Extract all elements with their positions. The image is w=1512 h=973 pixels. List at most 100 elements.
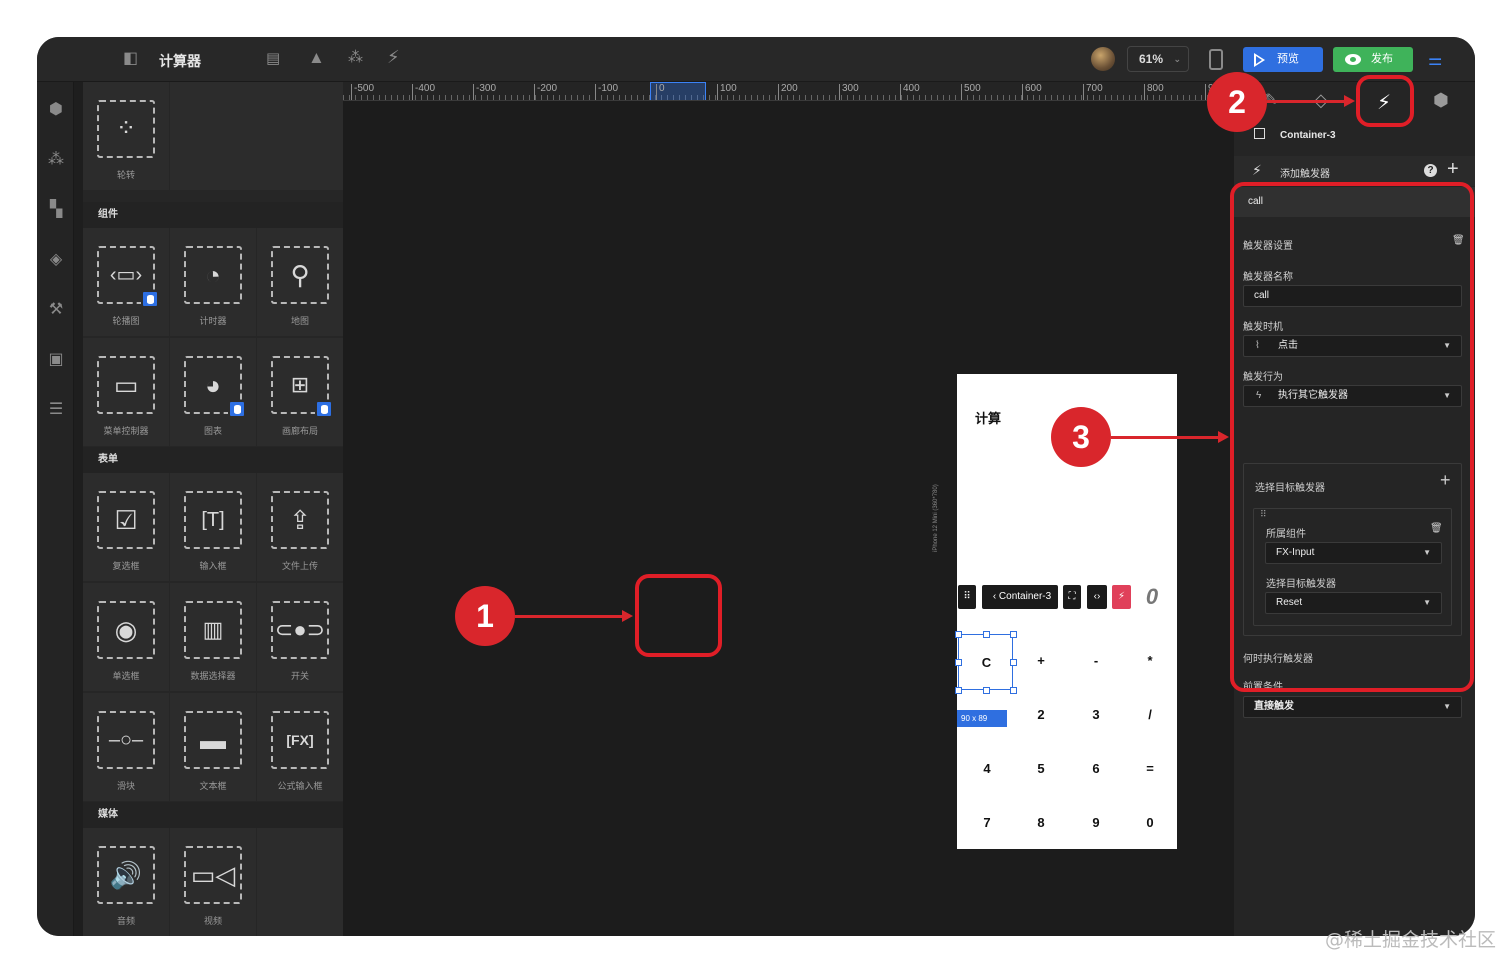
palette-item-checkbox[interactable]: ☑ 复选框: [83, 473, 169, 581]
hammer-icon[interactable]: ⚒: [46, 299, 66, 319]
code-icon[interactable]: ‹›: [1087, 585, 1107, 609]
palette-item-audio[interactable]: 🔊 音频: [83, 828, 169, 936]
resize-handle[interactable]: [1010, 631, 1017, 638]
ruler-label: -200: [537, 83, 558, 94]
design-canvas[interactable]: -500 -400 -300 -200 -100 0 100 200 300 400 500 600 7…: [343, 82, 1234, 936]
page-icon[interactable]: ▤: [266, 50, 280, 68]
slider-icon: ‒○‒: [97, 711, 155, 769]
palette-item-chart[interactable]: ◕ 图表: [170, 338, 256, 446]
resize-handle[interactable]: [955, 659, 962, 666]
resize-handle[interactable]: [983, 631, 990, 638]
palette-item-gallery[interactable]: ⊞ 画廊布局: [257, 338, 343, 446]
lightning-icon[interactable]: ⚡: [387, 48, 400, 66]
drag-handle-icon[interactable]: ⠿: [958, 585, 976, 609]
ruler-major-tick: [1144, 84, 1145, 100]
selected-key-c[interactable]: C: [955, 631, 1017, 694]
resize-handle[interactable]: [955, 631, 962, 638]
avatar[interactable]: [1091, 47, 1115, 71]
calculator-key[interactable]: 0: [1130, 808, 1170, 838]
checkbox-icon: ☑: [97, 491, 155, 549]
calculator-key[interactable]: /: [1130, 700, 1170, 730]
palette-item-switch[interactable]: ⊂●⊃ 开关: [257, 583, 343, 691]
app-title: 计算器: [159, 53, 201, 69]
preview-label: 预览: [1277, 53, 1299, 65]
calculator-key[interactable]: 7: [967, 808, 1007, 838]
palette-item-rotate[interactable]: ⁘ 轮转: [83, 82, 169, 190]
palette-item-file-upload[interactable]: ⇪ 文件上传: [257, 473, 343, 581]
sidebar-toggle-icon[interactable]: ◧: [123, 50, 138, 68]
device-icon[interactable]: [1209, 49, 1223, 70]
help-icon[interactable]: ?: [1424, 164, 1437, 177]
palette-item-label: 地图: [290, 316, 309, 326]
theme-icon[interactable]: ▲: [308, 49, 325, 67]
calculator-key[interactable]: +: [1021, 646, 1061, 676]
palette-item-map[interactable]: ⚲ 地图: [257, 228, 343, 336]
palette-item-label: 计时器: [199, 316, 227, 326]
palette-item-textarea[interactable]: ▬ 文本框: [170, 693, 256, 801]
palette-item-label: 数据选择器: [190, 671, 236, 681]
palette-item-menu-controller[interactable]: ▭ 菜单控制器: [83, 338, 169, 446]
palette-empty: [170, 82, 343, 190]
calculator-key[interactable]: 9: [1076, 808, 1116, 838]
palette-item-video[interactable]: ▭◁ 视频: [170, 828, 256, 936]
widgets-icon[interactable]: ▚: [46, 199, 66, 219]
annotation-box-3: [1230, 182, 1474, 692]
condition-select[interactable]: 直接触发 ▼: [1243, 696, 1462, 718]
annotation-arrow-1: [515, 615, 623, 618]
cube-icon[interactable]: ⬢: [46, 99, 66, 119]
resize-handle[interactable]: [955, 687, 962, 694]
calculator-key[interactable]: 2: [1021, 700, 1061, 730]
calculator-key[interactable]: -: [1076, 646, 1116, 676]
eye-icon: [1345, 54, 1361, 65]
calculator-key[interactable]: 6: [1076, 754, 1116, 784]
list-icon[interactable]: ☰: [46, 399, 66, 419]
calculator-key[interactable]: =: [1130, 754, 1170, 784]
calculator-key[interactable]: 3: [1076, 700, 1116, 730]
ruler-label: 600: [1025, 83, 1042, 94]
trigger-lightning-icon[interactable]: ⚡: [1112, 585, 1131, 609]
carousel-icon: ‹▭›: [97, 246, 159, 308]
resize-handle[interactable]: [983, 687, 990, 694]
preview-button[interactable]: 预览: [1243, 47, 1323, 72]
calculator-title: 计算: [975, 411, 1002, 426]
palette-item-label: 复选框: [112, 561, 140, 571]
palette-item-radio[interactable]: ◉ 单选框: [83, 583, 169, 691]
add-trigger-plus-icon[interactable]: +: [1447, 158, 1459, 181]
fullscreen-icon[interactable]: ⛶: [1063, 585, 1081, 609]
layers-icon[interactable]: ◈: [46, 249, 66, 269]
switch-icon: ⊂●⊃: [271, 601, 329, 659]
condition-value: 直接触发: [1254, 701, 1294, 712]
zoom-select[interactable]: 61% ⌄: [1127, 46, 1189, 72]
palette-item-label: 文件上传: [281, 561, 318, 571]
resize-handle[interactable]: [1010, 659, 1017, 666]
palette-item-formula-input[interactable]: [FX] 公式输入框: [257, 693, 343, 801]
calculator-key[interactable]: 4: [967, 754, 1007, 784]
section-form: 表单: [83, 447, 343, 473]
calculator-key[interactable]: 5: [1021, 754, 1061, 784]
palette-item-carousel[interactable]: ‹▭› 轮播图: [83, 228, 169, 336]
ruler-major-tick: [656, 84, 657, 100]
section-components: 组件: [83, 202, 343, 228]
ruler-label: 0: [659, 83, 665, 94]
parent-container-button[interactable]: ‹ Container-3: [982, 585, 1058, 609]
add-trigger-label: 添加触发器: [1280, 169, 1330, 180]
palette-item-label: 公式输入框: [277, 781, 323, 791]
calculator-key[interactable]: 8: [1021, 808, 1061, 838]
component-checkbox[interactable]: [1254, 128, 1265, 139]
palette-item-input[interactable]: [T] 输入框: [170, 473, 256, 581]
resize-handle[interactable]: [1010, 687, 1017, 694]
palette-item-data-picker[interactable]: ▥ 数据选择器: [170, 583, 256, 691]
palette-item-slider[interactable]: ‒○‒ 滑块: [83, 693, 169, 801]
settings-sliders-icon[interactable]: ⚌: [1428, 50, 1442, 70]
ruler-label: 700: [1086, 83, 1103, 94]
components-icon[interactable]: ⁂: [348, 49, 363, 67]
publish-button[interactable]: 发布: [1333, 47, 1413, 72]
ruler-major-tick: [778, 84, 779, 100]
cube-icon[interactable]: ⬢: [1433, 90, 1449, 111]
palette-item-label: 音频: [116, 916, 135, 926]
publish-label: 发布: [1371, 53, 1393, 65]
palette-item-timer[interactable]: ◔ 计时器: [170, 228, 256, 336]
calculator-key[interactable]: *: [1130, 646, 1170, 676]
pages-icon[interactable]: ▣: [46, 349, 66, 369]
blocks-icon[interactable]: ⁂: [46, 149, 66, 169]
